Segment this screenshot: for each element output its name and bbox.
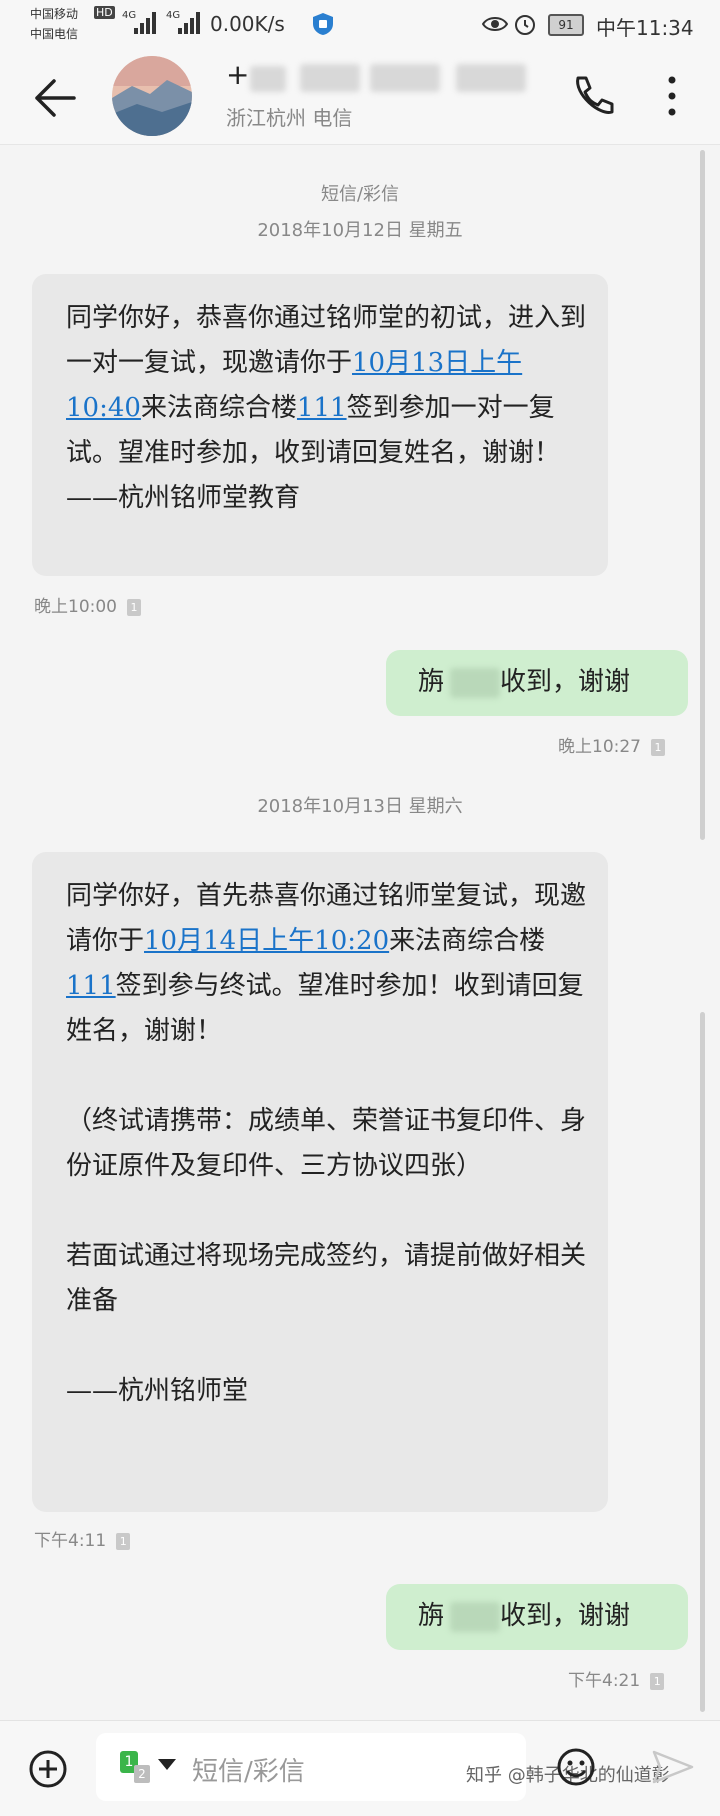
conversation-category: 短信/彩信 [320,184,400,205]
sim-icon: 1 [116,1532,131,1550]
reply-2-time: 下午4:21 1 [568,1666,665,1691]
clock: 中午11:34 [596,16,694,40]
conversation-header: + 浙江杭州 电信 [0,52,720,145]
reply-1-time: 晚上10:27 1 [558,732,665,757]
battery-icon: 91 [548,14,584,36]
message-1-time: 晚上10:00 1 [34,592,141,617]
incoming-message-2[interactable]: 同学你好，首先恭喜你通过铭师堂复试，现邀请你于10月14日上午10:20来法商综… [32,852,608,1512]
shield-icon [313,13,333,35]
sim-icon: 1 [127,598,141,616]
hd-badge: HD [94,6,115,19]
phone-icon[interactable] [570,74,614,118]
status-bar: 中国移动 HD 中国电信 4G 4G 0.00K/s 91 中午11:34 [0,0,720,52]
date-separator-1: 2018年10月12日 星期五 [257,220,463,241]
redacted-name-4 [456,64,526,92]
sim-2-badge: 2 [134,1765,150,1783]
incoming-message-1[interactable]: 同学你好，恭喜你通过铭师堂的初试，进入到一对一复试，现邀请你于10月13日上午1… [32,274,608,576]
outgoing-message-2[interactable]: 旃 收到，谢谢 [386,1584,688,1650]
avatar[interactable] [112,56,192,136]
signal-icon-2 [178,12,200,34]
redacted-name-3 [370,64,440,92]
message-2-time: 下午4:11 1 [34,1526,131,1551]
signal-icon-1 [134,12,156,34]
reply-prefix: 旃 [418,1601,445,1631]
redacted-reply-name [450,668,500,698]
date-link[interactable]: 10月14日上午10:20 [144,926,389,956]
dropdown-arrow-icon[interactable] [158,1759,176,1771]
redacted-reply-name [450,1602,500,1632]
date-separator-2: 2018年10月13日 星期六 [257,796,463,817]
add-attachment-icon[interactable] [28,1749,68,1789]
emoji-icon[interactable] [556,1747,596,1787]
message-input[interactable]: 1 2 短信/彩信 [96,1733,526,1801]
redacted-name-2 [300,64,360,92]
message-text: 同学你好，恭喜你通过铭师堂的初试，进入到一对一复试，现邀请你于10月13日上午1… [66,303,587,513]
back-arrow-icon[interactable] [34,78,76,118]
network-speed: 0.00K/s [210,12,285,36]
outgoing-message-1[interactable]: 旃 收到，谢谢 [386,650,688,716]
composer-bar: 1 2 短信/彩信 知乎 @韩子华北的仙道彰 [0,1720,720,1816]
room-number-link[interactable]: 111 [66,971,116,1001]
reply-prefix: 旃 [418,667,445,697]
reply-text: 收到，谢谢 [500,667,631,697]
carrier-2: 中国电信 [30,27,79,41]
eye-icon [482,17,508,31]
scrollbar-track-upper[interactable] [700,150,705,840]
alarm-icon [515,15,535,35]
scrollbar-thumb[interactable] [700,1012,705,1712]
sim-icon: 1 [651,738,665,756]
more-options-icon[interactable] [666,74,678,118]
room-number-link[interactable]: 111 [297,393,347,423]
contact-location: 浙江杭州 电信 [226,106,353,130]
redacted-name-1 [250,66,286,92]
reply-text: 收到，谢谢 [500,1601,631,1631]
carrier-1: 中国移动 [30,7,79,21]
sim-icon: 1 [650,1672,665,1690]
contact-name-prefix: + [226,58,250,91]
input-placeholder: 短信/彩信 [192,1757,305,1787]
message-text: 同学你好，首先恭喜你通过铭师堂复试，现邀请你于10月14日上午10:20来法商综… [66,881,587,1406]
send-icon[interactable] [652,1749,694,1785]
